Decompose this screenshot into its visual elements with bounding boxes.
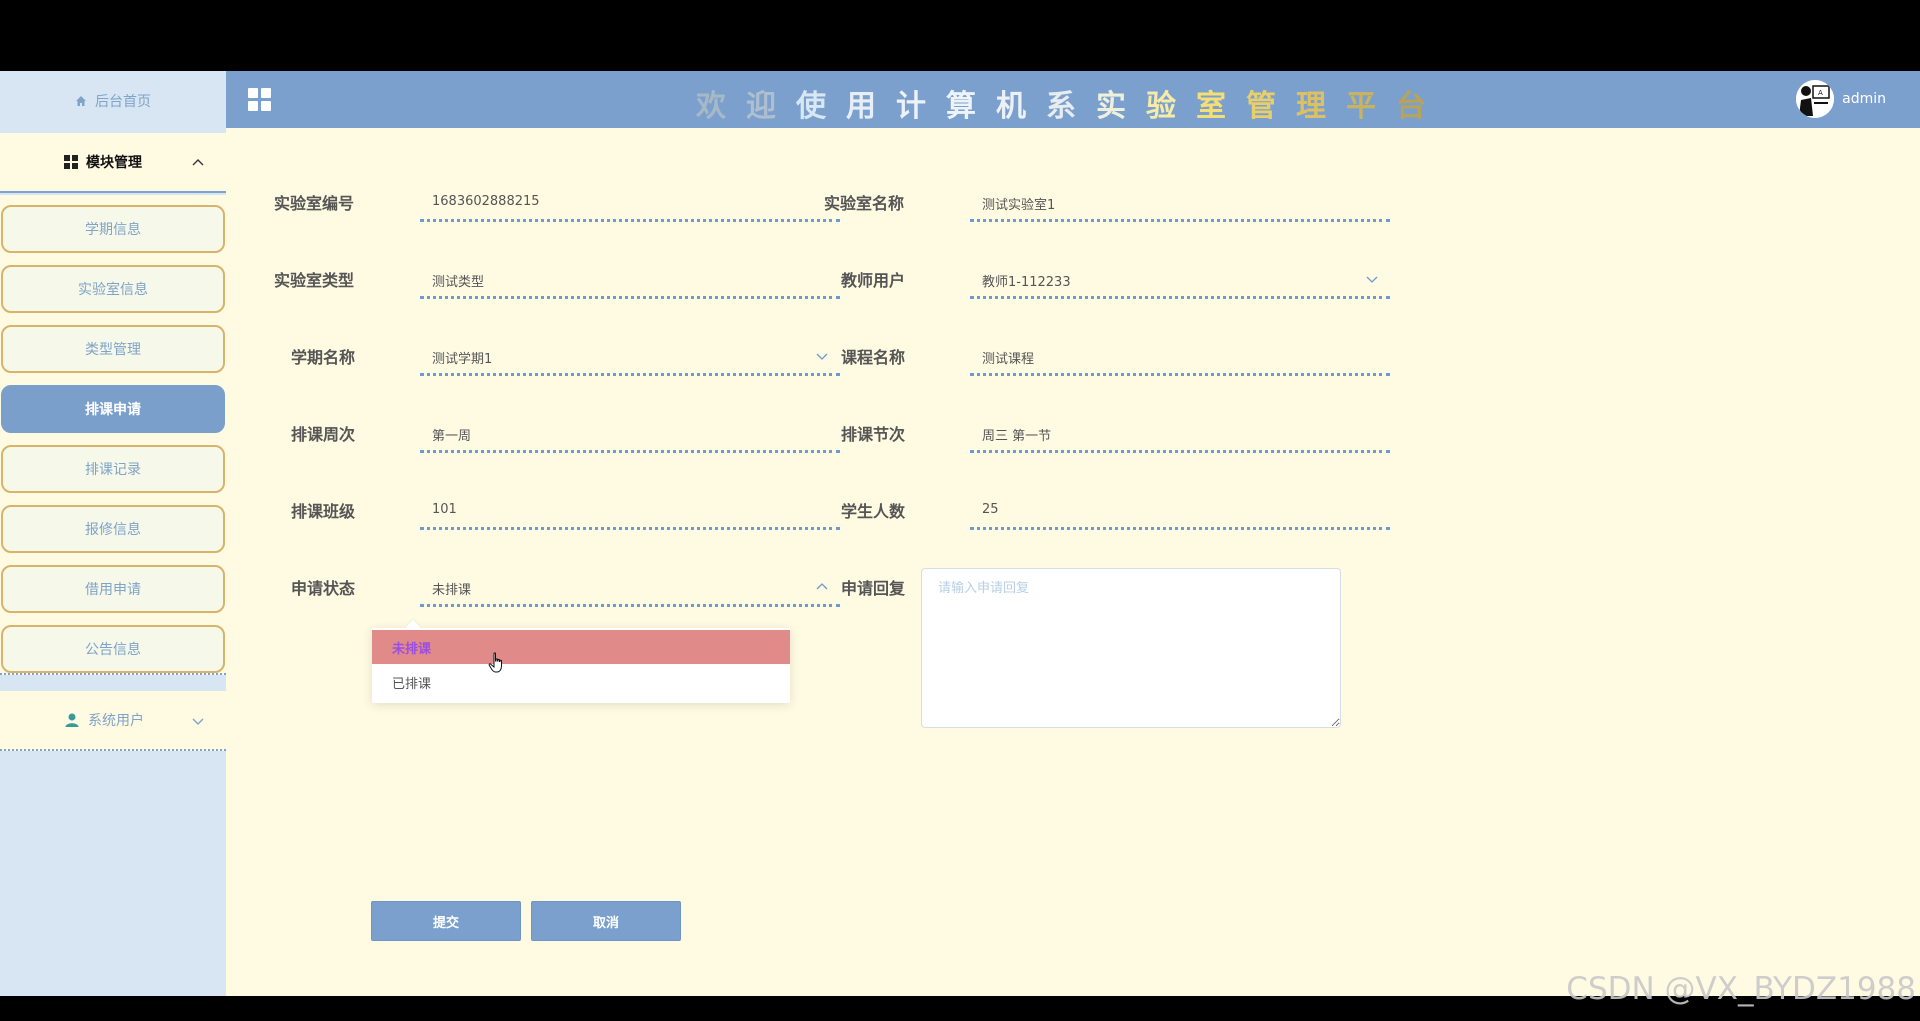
- sidebar-item-schedule-records[interactable]: 排课记录: [1, 445, 225, 493]
- input-lab-name[interactable]: 测试实验室1: [970, 182, 1390, 222]
- chevron-down-icon: [1366, 276, 1378, 283]
- sidebar-home-label: 后台首页: [95, 94, 151, 110]
- title-char: 用: [846, 89, 896, 124]
- value-teacher: 教师1-112233: [982, 275, 1071, 290]
- user-icon: [65, 713, 79, 727]
- watermark: CSDN @VX_BYDZ1988: [1566, 971, 1916, 1007]
- label-course: 课程名称: [841, 348, 906, 367]
- label-term: 学期名称: [291, 348, 356, 367]
- label-reply: 申请回复: [841, 579, 906, 598]
- hand-cursor-icon: [488, 652, 502, 673]
- status-dropdown: 未排课 已排课: [372, 628, 790, 703]
- title-char: 理: [1296, 89, 1346, 124]
- avatar: A: [1796, 80, 1835, 118]
- title-char: 迎: [746, 89, 796, 124]
- sidebar: 后台首页 模块管理 学期信息 实验室信息 类型管理 排课申请 排课记录 报修信息…: [0, 71, 226, 996]
- value-course: 测试课程: [982, 352, 1035, 367]
- label-teacher: 教师用户: [841, 271, 906, 290]
- sidebar-submenu: 学期信息 实验室信息 类型管理 排课申请 排课记录 报修信息 借用申请 公告信息: [0, 195, 226, 675]
- platform-title: 欢迎使用计算机系实验室管理平台: [696, 81, 1446, 125]
- select-status[interactable]: 未排课: [420, 567, 840, 607]
- value-week: 第一周: [432, 429, 472, 444]
- sidebar-module-header[interactable]: 模块管理: [0, 133, 226, 193]
- user-name: admin: [1842, 91, 1886, 107]
- title-char: 系: [1046, 89, 1096, 124]
- sidebar-item-term-info[interactable]: 学期信息: [1, 205, 225, 253]
- reply-textarea[interactable]: [921, 568, 1341, 728]
- option-scheduled[interactable]: 已排课: [372, 665, 790, 699]
- title-char: 管: [1246, 89, 1296, 124]
- title-char: 欢: [696, 89, 746, 124]
- title-char: 机: [996, 89, 1046, 124]
- label-lab-type: 实验室类型: [274, 271, 355, 290]
- sidebar-item-schedule-apply[interactable]: 排课申请: [1, 385, 225, 433]
- svg-text:A: A: [1818, 89, 1823, 97]
- title-char: 室: [1196, 89, 1246, 124]
- label-week: 排课周次: [291, 425, 356, 444]
- sidebar-module-label: 模块管理: [86, 155, 142, 171]
- value-lab-type: 测试类型: [432, 275, 485, 290]
- sidebar-item-announcement[interactable]: 公告信息: [1, 625, 225, 673]
- title-char: 验: [1146, 89, 1196, 124]
- chevron-down-icon: [816, 353, 828, 360]
- home-icon: [76, 96, 86, 106]
- top-black-bar: [0, 0, 1920, 71]
- input-lab-type[interactable]: 测试类型: [420, 259, 840, 299]
- label-class: 排课班级: [291, 502, 356, 521]
- chevron-up-icon: [816, 583, 828, 590]
- input-week[interactable]: 第一周: [420, 413, 840, 453]
- submit-button[interactable]: 提交: [371, 901, 521, 941]
- sidebar-item-home[interactable]: 后台首页: [0, 71, 226, 131]
- sidebar-item-borrow-apply[interactable]: 借用申请: [1, 565, 225, 613]
- avatar-icon: A: [1796, 80, 1835, 118]
- value-term: 测试学期1: [432, 352, 493, 367]
- grid-menu-icon[interactable]: [248, 88, 272, 112]
- title-char: 台: [1396, 89, 1446, 124]
- value-status: 未排课: [432, 583, 472, 598]
- label-lab-name: 实验室名称: [824, 194, 905, 213]
- input-lab-no[interactable]: 1683602888215: [420, 182, 840, 222]
- label-section: 排课节次: [841, 425, 906, 444]
- title-char: 计: [896, 89, 946, 124]
- sidebar-system-label: 系统用户: [88, 713, 144, 729]
- chevron-up-icon: [192, 159, 204, 166]
- label-status: 申请状态: [291, 579, 356, 598]
- input-section[interactable]: 周三 第一节: [970, 413, 1390, 453]
- title-char: 算: [946, 89, 996, 124]
- title-char: 使: [796, 89, 846, 124]
- sidebar-item-system-users[interactable]: 系统用户: [0, 691, 226, 751]
- title-char: 平: [1346, 89, 1396, 124]
- select-teacher[interactable]: 教师1-112233: [970, 259, 1390, 299]
- chevron-down-icon: [192, 718, 204, 725]
- sidebar-item-lab-info[interactable]: 实验室信息: [1, 265, 225, 313]
- label-students: 学生人数: [841, 502, 906, 521]
- value-section: 周三 第一节: [982, 429, 1052, 444]
- value-lab-name: 测试实验室1: [982, 198, 1056, 213]
- input-course[interactable]: 测试课程: [970, 336, 1390, 376]
- label-lab-no: 实验室编号: [274, 194, 355, 213]
- option-unscheduled[interactable]: 未排课: [372, 630, 790, 664]
- title-char: 实: [1096, 89, 1146, 124]
- value-students: 25: [982, 502, 999, 517]
- cancel-button[interactable]: 取消: [531, 901, 681, 941]
- value-lab-no: 1683602888215: [432, 194, 540, 209]
- value-class: 101: [432, 502, 457, 517]
- bottom-black-bar: [0, 1009, 1920, 1021]
- sidebar-item-type-management[interactable]: 类型管理: [1, 325, 225, 373]
- top-header: 欢迎使用计算机系实验室管理平台 A admin: [226, 71, 1920, 128]
- select-term[interactable]: 测试学期1: [420, 336, 840, 376]
- main-content: 实验室编号 1683602888215 实验室名称 测试实验室1 实验室类型 测…: [226, 128, 1920, 996]
- sidebar-item-repair-info[interactable]: 报修信息: [1, 505, 225, 553]
- input-students[interactable]: 25: [970, 490, 1390, 530]
- user-menu[interactable]: A admin: [1796, 79, 1886, 119]
- module-grid-icon: [64, 155, 78, 169]
- input-class[interactable]: 101: [420, 490, 840, 530]
